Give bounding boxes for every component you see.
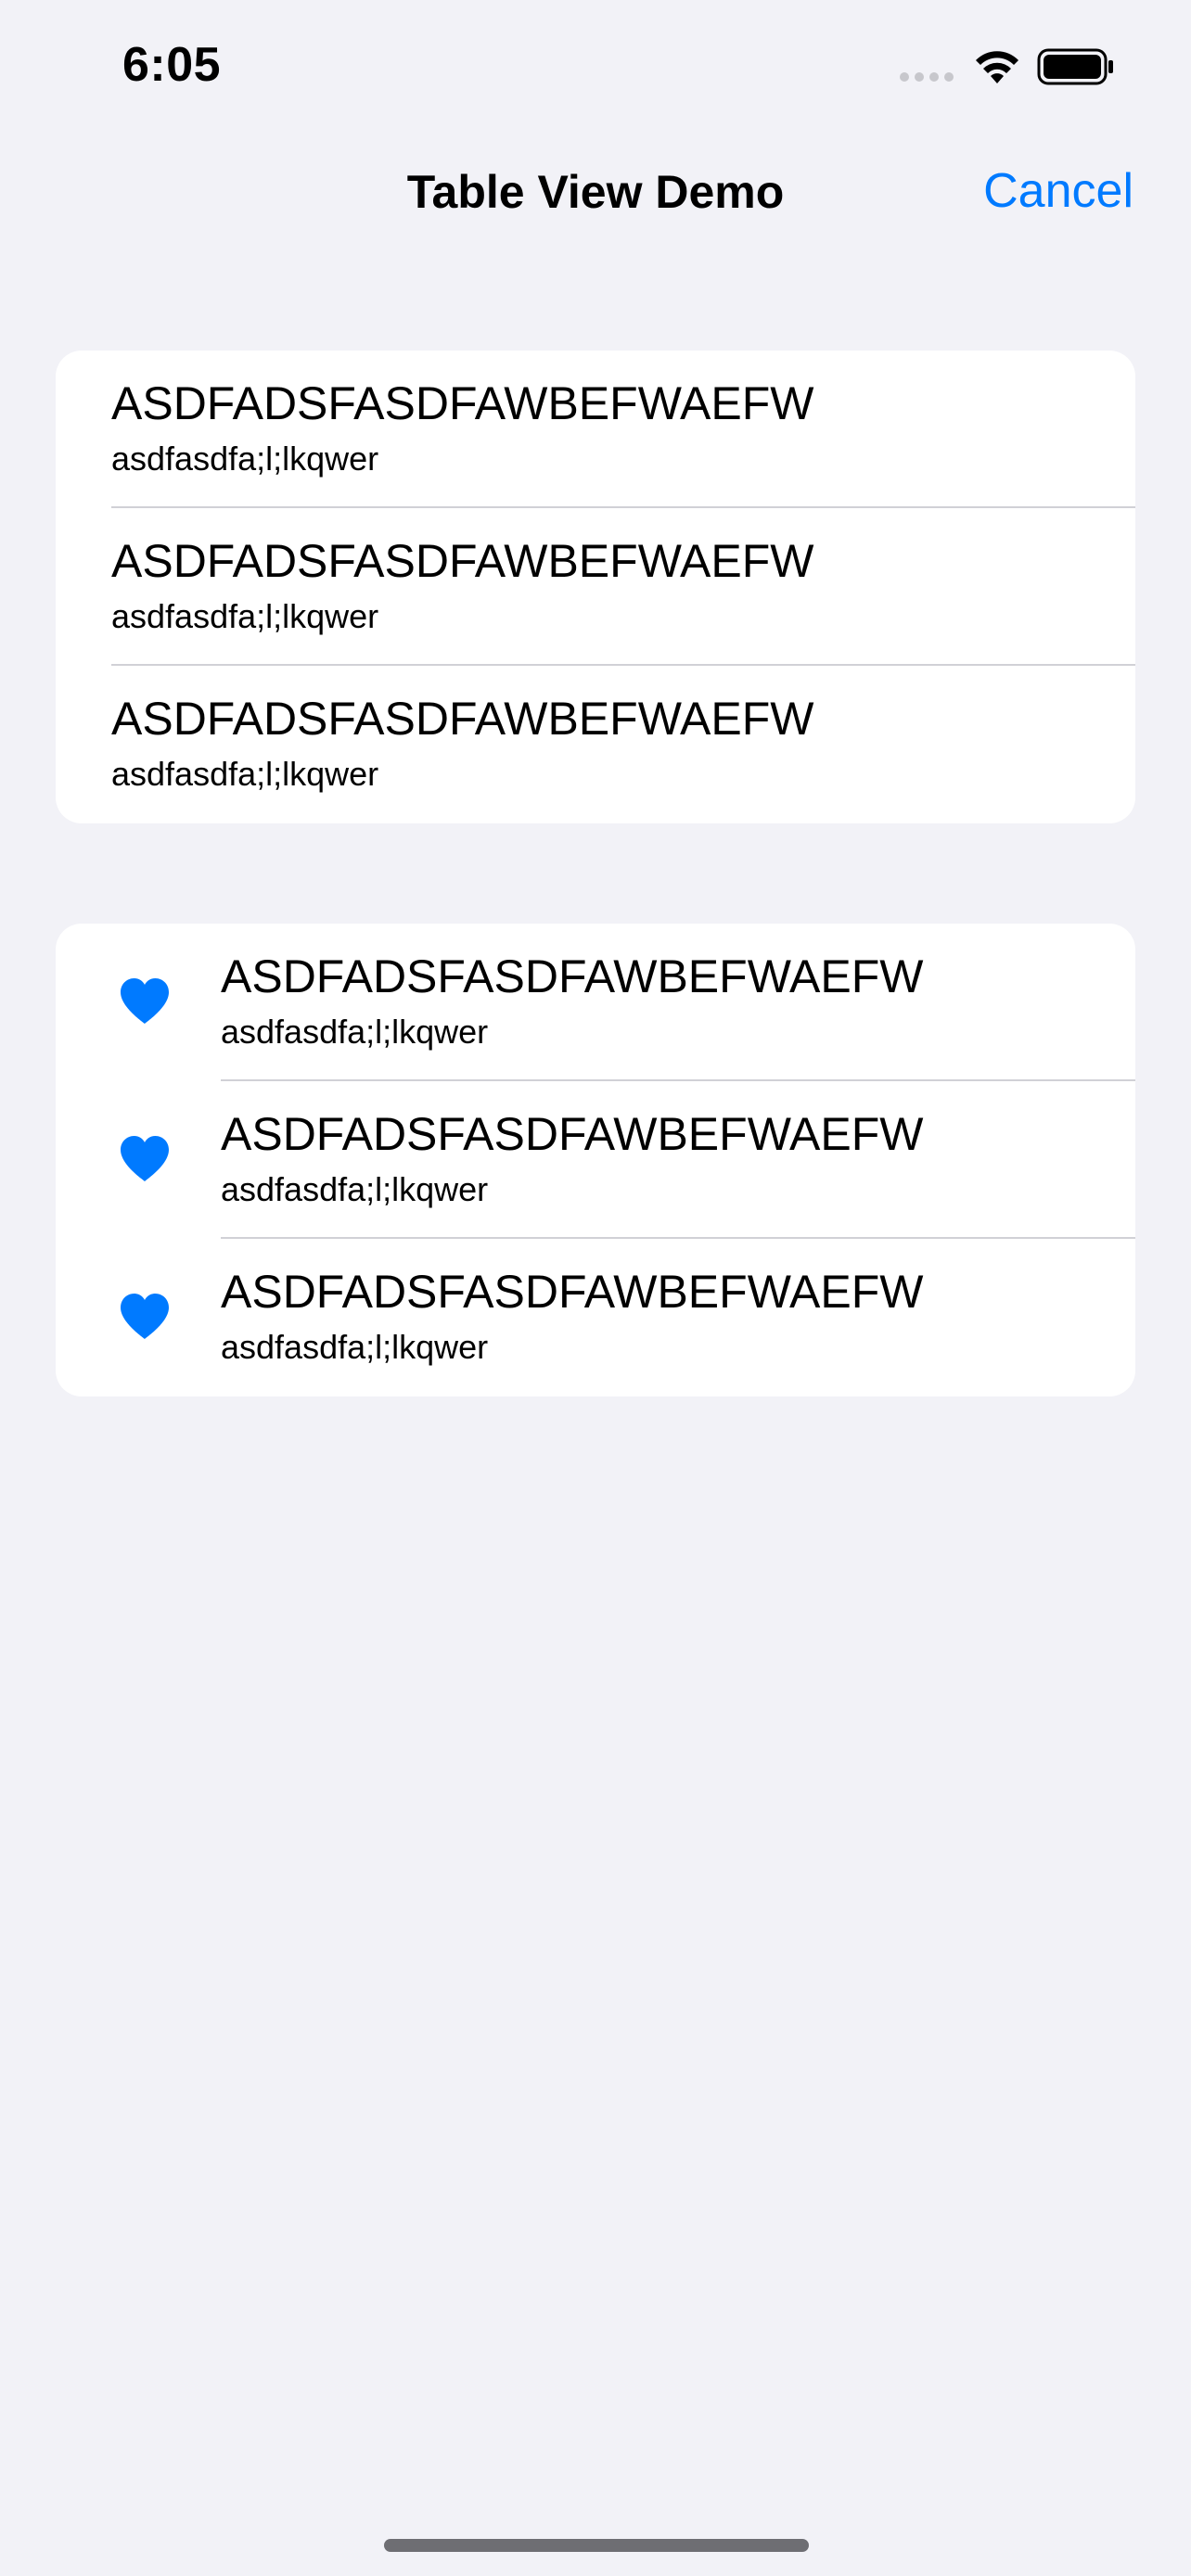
status-bar: 6:05: [0, 0, 1191, 130]
table-row[interactable]: ASDFADSFASDFAWBEFWAEFW asdfasdfa;l;lkqwe…: [56, 508, 1135, 666]
table-section-plain: ASDFADSFASDFAWBEFWAEFW asdfasdfa;l;lkqwe…: [56, 351, 1135, 823]
table-row[interactable]: ASDFADSFASDFAWBEFWAEFW asdfasdfa;l;lkqwe…: [56, 1239, 1135, 1396]
row-title: ASDFADSFASDFAWBEFWAEFW: [221, 950, 924, 1002]
wifi-icon: [976, 51, 1018, 83]
row-subtitle: asdfasdfa;l;lkqwer: [221, 1170, 489, 1208]
battery-icon: [1037, 48, 1113, 85]
navigation-bar: Table View Demo Cancel: [0, 148, 1191, 237]
heart-icon: [121, 1136, 169, 1181]
row-title: ASDFADSFASDFAWBEFWAEFW: [221, 1266, 924, 1318]
table-row[interactable]: ASDFADSFASDFAWBEFWAEFW asdfasdfa;l;lkqwe…: [56, 924, 1135, 1081]
row-subtitle: asdfasdfa;l;lkqwer: [221, 1328, 489, 1366]
home-indicator[interactable]: [384, 2539, 809, 2552]
table-row[interactable]: ASDFADSFASDFAWBEFWAEFW asdfasdfa;l;lkqwe…: [56, 666, 1135, 823]
status-time: 6:05: [122, 38, 222, 92]
table-row[interactable]: ASDFADSFASDFAWBEFWAEFW asdfasdfa;l;lkqwe…: [56, 351, 1135, 508]
cellular-signal-icon: [900, 72, 954, 82]
row-title: ASDFADSFASDFAWBEFWAEFW: [111, 535, 814, 587]
table-row[interactable]: ASDFADSFASDFAWBEFWAEFW asdfasdfa;l;lkqwe…: [56, 1081, 1135, 1239]
row-title: ASDFADSFASDFAWBEFWAEFW: [221, 1108, 924, 1160]
heart-icon: [121, 978, 169, 1024]
heart-icon: [121, 1294, 169, 1339]
row-subtitle: asdfasdfa;l;lkqwer: [111, 755, 379, 793]
row-title: ASDFADSFASDFAWBEFWAEFW: [111, 377, 814, 429]
row-subtitle: asdfasdfa;l;lkqwer: [111, 597, 379, 635]
table-section-with-icons: ASDFADSFASDFAWBEFWAEFW asdfasdfa;l;lkqwe…: [56, 924, 1135, 1396]
row-subtitle: asdfasdfa;l;lkqwer: [221, 1013, 489, 1051]
row-subtitle: asdfasdfa;l;lkqwer: [111, 440, 379, 478]
cancel-button[interactable]: Cancel: [983, 163, 1133, 219]
row-title: ASDFADSFASDFAWBEFWAEFW: [111, 693, 814, 745]
